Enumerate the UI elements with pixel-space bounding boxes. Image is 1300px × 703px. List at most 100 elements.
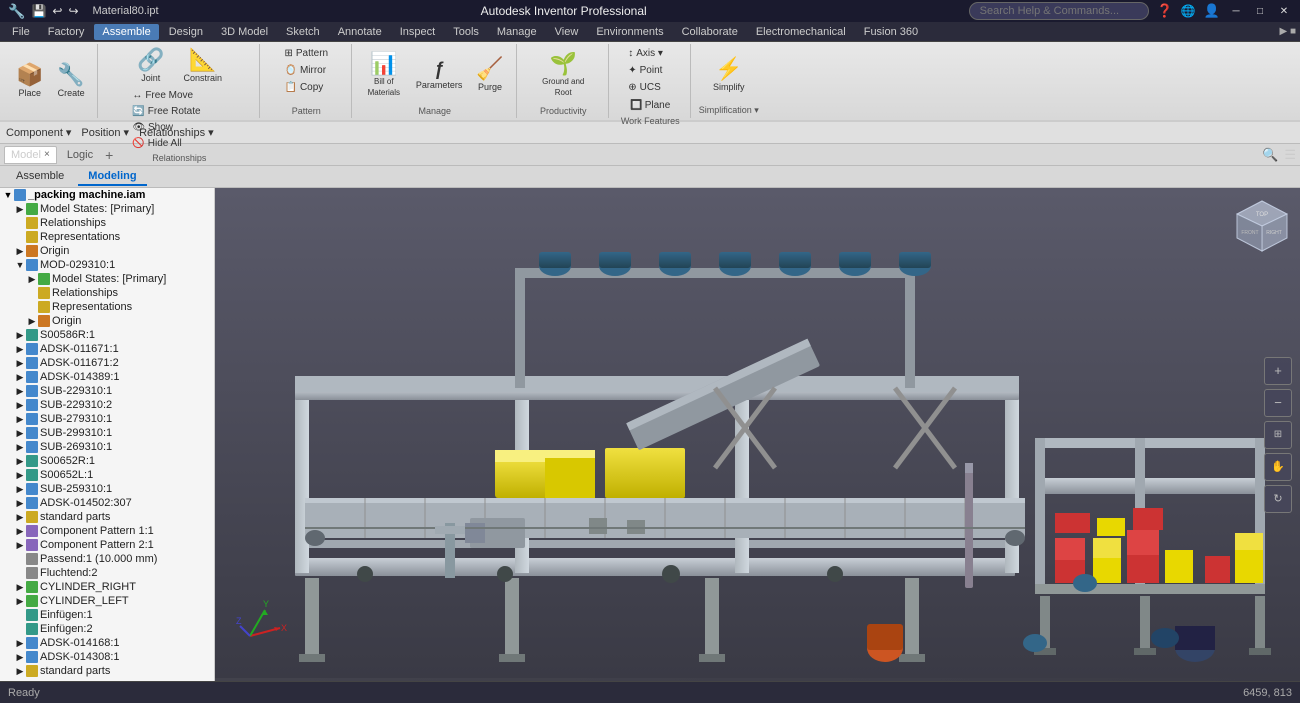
tree-item-passend[interactable]: Passend:1 (10.000 mm) xyxy=(0,552,214,566)
ribbon-btn-ucs[interactable]: ⊕ UCS xyxy=(624,80,665,95)
tree-item-fluchtend[interactable]: Fluchtend:2 xyxy=(0,566,214,580)
ribbon-btn-joint[interactable]: 🔗 Joint xyxy=(128,46,173,86)
tree-item-rep2[interactable]: Representations xyxy=(0,300,214,314)
relationships-dropdown[interactable]: Relationships ▾ xyxy=(139,126,214,139)
menu-electromechanical[interactable]: Electromechanical xyxy=(748,24,854,40)
tree-item-sub229310-1[interactable]: ▶ SUB-229310:1 xyxy=(0,384,214,398)
ribbon-btn-copy[interactable]: 📋 Copy xyxy=(280,80,327,95)
menu-collaborate[interactable]: Collaborate xyxy=(674,24,746,40)
ribbon-btn-point[interactable]: ✦ Point xyxy=(624,63,666,78)
ribbon-btn-simplify[interactable]: ⚡ Simplify xyxy=(707,55,751,95)
tree-item-adsk011671-1[interactable]: ▶ ADSK-011671:1 xyxy=(0,342,214,356)
tree-root-item[interactable]: ▼ _packing machine.iam xyxy=(0,188,214,202)
tree-item-pattern2[interactable]: ▶ Component Pattern 2:1 xyxy=(0,538,214,552)
tree-item-sub269310[interactable]: ▶ SUB-269310:1 xyxy=(0,440,214,454)
ribbon-btn-create[interactable]: 🔧 Create xyxy=(51,61,90,101)
3d-viewport[interactable]: TOP RIGHT FRONT + − ⊞ ✋ ↻ X xyxy=(215,188,1300,681)
menu-view[interactable]: View xyxy=(547,24,587,40)
menu-fusion360[interactable]: Fusion 360 xyxy=(856,24,926,40)
component-dropdown[interactable]: Component ▾ xyxy=(6,126,71,139)
tree-item-cylinder-left[interactable]: ▶ CYLINDER_LEFT xyxy=(0,594,214,608)
expand-icon: ▶ xyxy=(14,246,26,257)
ribbon-btn-pattern[interactable]: ⊞ Pattern xyxy=(280,46,332,61)
ribbon-btn-constrain[interactable]: 📐 Constrain xyxy=(175,46,230,86)
quick-access-save[interactable]: 💾 xyxy=(31,4,46,18)
tree-item-adsk014389[interactable]: ▶ ADSK-014389:1 xyxy=(0,370,214,384)
subtab-assemble[interactable]: Assemble xyxy=(6,168,74,186)
menu-factory[interactable]: Factory xyxy=(40,24,93,40)
ribbon-btn-place[interactable]: 📦 Place xyxy=(10,61,49,101)
menu-tools[interactable]: Tools xyxy=(445,24,487,40)
menu-annotate[interactable]: Annotate xyxy=(330,24,390,40)
help-icon[interactable]: ❓ xyxy=(1157,3,1173,19)
tree-item-mod029310[interactable]: ▼ MOD-029310:1 xyxy=(0,258,214,272)
menu-assemble[interactable]: Assemble xyxy=(94,24,158,40)
quick-access-undo[interactable]: ↩ xyxy=(52,4,62,18)
maximize-button[interactable]: □ xyxy=(1252,4,1268,18)
tree-item-s00652l[interactable]: ▶ S00652L:1 xyxy=(0,468,214,482)
pan-button[interactable]: ✋ xyxy=(1264,453,1292,481)
logic-tab[interactable]: Logic xyxy=(61,147,99,163)
tree-item-einfuegen2[interactable]: Einfügen:2 xyxy=(0,622,214,636)
fit-all-button[interactable]: ⊞ xyxy=(1264,421,1292,449)
tree-item-cylinder-right[interactable]: ▶ CYLINDER_RIGHT xyxy=(0,580,214,594)
axis-label: Axis ▾ xyxy=(636,48,663,59)
tree-item-pattern1[interactable]: ▶ Component Pattern 1:1 xyxy=(0,524,214,538)
ribbon-btn-bom[interactable]: 📊 Bill of Materials xyxy=(360,50,408,100)
rotate-button[interactable]: ↻ xyxy=(1264,485,1292,513)
menu-sketch[interactable]: Sketch xyxy=(278,24,328,40)
help-search-input[interactable] xyxy=(969,2,1149,20)
tree-item-adsk014308[interactable]: ▶ ADSK-014308:1 xyxy=(0,650,214,664)
menu-3dmodel[interactable]: 3D Model xyxy=(213,24,276,40)
tree-item-representations[interactable]: Representations xyxy=(0,230,214,244)
tree-item-rel2[interactable]: Relationships xyxy=(0,286,214,300)
tree-item-origin2[interactable]: ▶ Origin xyxy=(0,314,214,328)
subtab-modeling[interactable]: Modeling xyxy=(78,168,146,186)
tree-item-adsk011671-2[interactable]: ▶ ADSK-011671:2 xyxy=(0,356,214,370)
quick-access-redo[interactable]: ↪ xyxy=(68,4,78,18)
ribbon-btn-ground-root[interactable]: 🌱 Ground and Root xyxy=(536,50,590,100)
zoom-in-button[interactable]: + xyxy=(1264,357,1292,385)
ribbon-btn-parameters[interactable]: ƒ Parameters xyxy=(410,57,469,93)
close-button[interactable]: ✕ xyxy=(1276,4,1292,18)
menu-manage[interactable]: Manage xyxy=(489,24,545,40)
tree-item-origin[interactable]: ▶ Origin xyxy=(0,244,214,258)
tree-menu-icon[interactable]: ☰ xyxy=(1284,147,1296,163)
zoom-out-button[interactable]: − xyxy=(1264,389,1292,417)
user-icon[interactable]: 👤 xyxy=(1204,3,1220,19)
tree-item-ms-primary[interactable]: ▶ Model States: [Primary] xyxy=(0,272,214,286)
tree-item-sub299310[interactable]: ▶ SUB-299310:1 xyxy=(0,426,214,440)
tree-item-standard-parts2[interactable]: ▶ standard parts xyxy=(0,664,214,678)
tree-item-adsk014502[interactable]: ▶ ADSK-014502:307 xyxy=(0,496,214,510)
model-tab[interactable]: Model × xyxy=(4,146,57,164)
tree-item-s00652r[interactable]: ▶ S00652R:1 xyxy=(0,454,214,468)
nav-cube[interactable]: TOP RIGHT FRONT xyxy=(1232,196,1292,256)
ribbon-btn-plane[interactable]: 🔲 Plane xyxy=(624,97,676,114)
ribbon-btn-freemove[interactable]: ↔ Free Move xyxy=(128,88,204,103)
tree-item-adsk014168[interactable]: ▶ ADSK-014168:1 xyxy=(0,636,214,650)
ribbon-btn-axis[interactable]: ↕ Axis ▾ xyxy=(624,46,667,61)
tree-item-sub259310[interactable]: ▶ SUB-259310:1 xyxy=(0,482,214,496)
menu-environments[interactable]: Environments xyxy=(588,24,671,40)
minimize-button[interactable]: ─ xyxy=(1228,4,1244,18)
ribbon-btn-freerotate[interactable]: 🔄 Free Rotate xyxy=(128,104,204,119)
tree-item-relationships[interactable]: Relationships xyxy=(0,216,214,230)
menu-file[interactable]: File xyxy=(4,24,38,40)
menu-inspect[interactable]: Inspect xyxy=(392,24,443,40)
viewport-canvas[interactable]: TOP RIGHT FRONT + − ⊞ ✋ ↻ X xyxy=(215,188,1300,681)
tree-item-modelstates[interactable]: ▶ Model States: [Primary] xyxy=(0,202,214,216)
tree-item-standard-parts1[interactable]: ▶ standard parts xyxy=(0,510,214,524)
model-tab-label: Model xyxy=(11,149,41,161)
ribbon-btn-purge[interactable]: 🧹 Purge xyxy=(470,55,509,95)
tree-search-icon[interactable]: 🔍 xyxy=(1262,147,1278,163)
tree-item-s00586r[interactable]: ▶ S00586R:1 xyxy=(0,328,214,342)
app-logo-icon: 🔧 xyxy=(8,3,25,20)
tree-item-sub279310[interactable]: ▶ SUB-279310:1 xyxy=(0,412,214,426)
ribbon-btn-mirror[interactable]: 🪞 Mirror xyxy=(280,63,330,78)
add-tab-icon[interactable]: + xyxy=(105,147,113,163)
tree-item-einfuegen1[interactable]: Einfügen:1 xyxy=(0,608,214,622)
menu-design[interactable]: Design xyxy=(161,24,211,40)
position-dropdown[interactable]: Position ▾ xyxy=(81,126,129,139)
model-tab-close-icon[interactable]: × xyxy=(44,149,50,160)
tree-item-sub229310-2[interactable]: ▶ SUB-229310:2 xyxy=(0,398,214,412)
